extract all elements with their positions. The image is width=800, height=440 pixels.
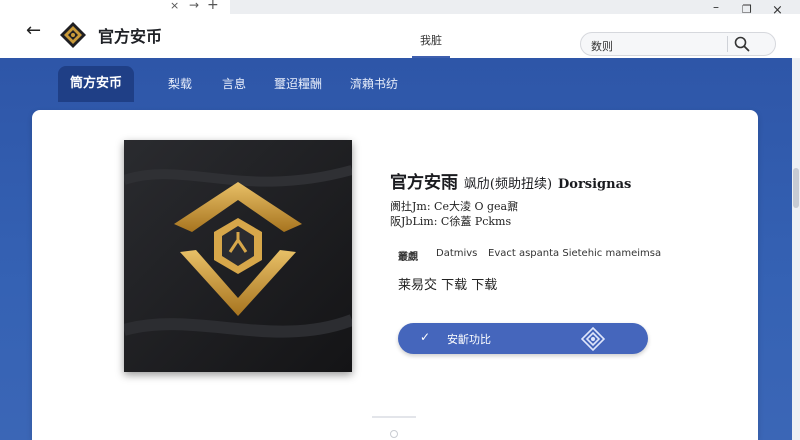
emblem-icon xyxy=(124,140,352,372)
info-value-1: Datmivs xyxy=(436,248,478,259)
product-card: 官方安雨 飒劤(频助扭续) Dorsignas 阓扗Jm: Ce大淩 O gea… xyxy=(32,110,758,440)
download-links[interactable]: 莱易交 下载 下载 xyxy=(398,274,497,293)
pager-line xyxy=(372,416,416,418)
info-value-2: Evact aspanta Sietehic mameimsa xyxy=(488,248,662,259)
product-title-en: Dorsignas xyxy=(558,177,632,192)
search-box[interactable]: 数则 xyxy=(580,32,776,56)
product-title-main: 官方安雨 xyxy=(390,173,458,193)
nav-item-settings[interactable]: 璽迢糧酬 xyxy=(274,66,322,102)
minimize-icon[interactable]: – xyxy=(713,0,719,14)
install-button[interactable]: ✓ 安齗功比 xyxy=(398,323,648,354)
window-titlebar: × → + – ❐ × xyxy=(0,0,800,18)
nav-item-downloads[interactable]: 梨载 xyxy=(168,66,192,102)
app-logo-icon xyxy=(58,20,88,50)
back-arrow-icon[interactable]: ← xyxy=(26,20,41,41)
search-icon[interactable] xyxy=(733,35,751,53)
scrollbar[interactable] xyxy=(792,58,800,440)
diamond-logo-icon xyxy=(580,326,606,352)
nav-item-home[interactable]: 筒方安币 xyxy=(58,66,135,102)
search-divider xyxy=(727,36,728,52)
install-button-label: 安齗功比 xyxy=(447,333,491,346)
product-meta-1: 阓扗Jm: Ce大淩 O gea鼐 xyxy=(390,200,519,213)
app-title: 官方安币 xyxy=(98,27,163,46)
product-title: 官方安雨 飒劤(频助扭续) Dorsignas xyxy=(390,168,631,193)
new-tab-icon[interactable]: + xyxy=(207,0,219,13)
search-input[interactable]: 数则 xyxy=(591,38,613,54)
tab-mine[interactable]: 我脏 xyxy=(420,32,442,48)
pager-dot[interactable] xyxy=(390,430,398,438)
check-icon: ✓ xyxy=(420,330,431,344)
product-title-sub: 飒劤(频助扭续) xyxy=(463,177,553,192)
product-meta-2: 阪JbLim: C徐蓋 Pckms xyxy=(390,215,512,228)
product-artwork xyxy=(124,140,352,372)
nav-item-help[interactable]: 濟賴书纺 xyxy=(350,66,398,102)
nav-item-info[interactable]: 言息 xyxy=(222,66,246,102)
forward-arrow-icon[interactable]: → xyxy=(189,0,199,12)
app-header: ← 官方安币 我脏 数则 xyxy=(0,14,800,58)
info-label: 叢覷 xyxy=(398,252,418,263)
tab-close-icon[interactable]: × xyxy=(170,0,179,12)
scrollbar-thumb[interactable] xyxy=(793,168,799,208)
